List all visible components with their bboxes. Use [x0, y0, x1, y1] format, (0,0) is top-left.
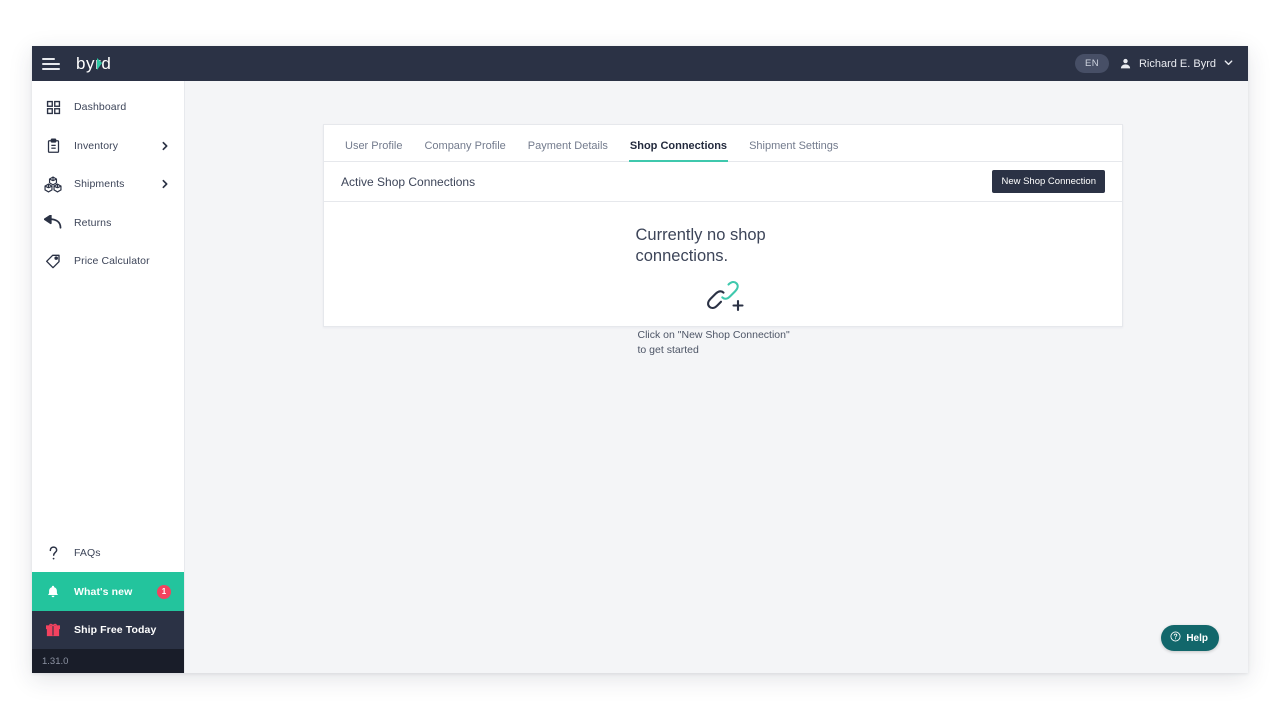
- byrd-logo[interactable]: byrd: [76, 54, 111, 74]
- sidebar-item-label: Inventory: [74, 139, 119, 152]
- sidebar-main-nav: Dashboard Inventory Shipments Returns Pr…: [32, 81, 184, 281]
- tab-shipment-settings[interactable]: Shipment Settings: [738, 140, 849, 161]
- help-button-label: Help: [1186, 632, 1208, 644]
- boxes-icon: [42, 174, 64, 194]
- sidebar-item-label: FAQs: [74, 547, 101, 559]
- gift-icon: [42, 620, 64, 640]
- return-arrow-icon: [42, 213, 64, 233]
- version-bar: 1.31.0: [32, 649, 184, 673]
- sidebar-item-label: What's new: [74, 585, 133, 598]
- sidebar-item-label: Dashboard: [74, 101, 127, 114]
- top-navigation-bar: byrd EN Richard E. Byrd: [32, 46, 1248, 81]
- topbar-right-group: EN Richard E. Byrd: [1074, 54, 1248, 73]
- user-avatar-icon: [1119, 57, 1132, 70]
- app-window: byrd EN Richard E. Byrd Dashboard Invent…: [32, 46, 1248, 673]
- sidebar-item-shipments[interactable]: Shipments: [32, 165, 184, 204]
- empty-state: Currently no shop connections. Click on …: [324, 202, 1122, 356]
- sidebar-item-label: Returns: [74, 216, 112, 229]
- new-shop-connection-button[interactable]: New Shop Connection: [992, 170, 1105, 193]
- question-circle-icon: [1170, 631, 1181, 645]
- empty-state-title: Currently no shop connections.: [635, 226, 766, 266]
- empty-state-subtitle: Click on "New Shop Connection" to get st…: [638, 328, 813, 358]
- question-mark-icon: [42, 543, 64, 563]
- byrd-logo-mark-icon: [96, 57, 102, 70]
- whats-new-badge: 1: [157, 584, 171, 599]
- brand-logo-text: byrd: [76, 53, 112, 73]
- sidebar-item-label: Shipments: [74, 178, 125, 191]
- card-header: Active Shop Connections New Shop Connect…: [324, 162, 1122, 202]
- main-content-area: User Profile Company Profile Payment Det…: [185, 81, 1248, 673]
- bell-icon: [42, 582, 64, 602]
- sidebar-item-inventory[interactable]: Inventory: [32, 127, 184, 166]
- sidebar-item-price-calculator[interactable]: Price Calculator: [32, 242, 184, 281]
- price-tag-icon: [42, 251, 64, 271]
- sidebar-item-dashboard[interactable]: Dashboard: [32, 88, 184, 127]
- tab-user-profile[interactable]: User Profile: [334, 140, 413, 161]
- chevron-down-icon: [1223, 57, 1234, 71]
- tab-payment-details[interactable]: Payment Details: [517, 140, 619, 161]
- hamburger-menu-icon[interactable]: [42, 57, 60, 70]
- sidebar-item-faqs[interactable]: FAQs: [32, 534, 184, 572]
- tab-shop-connections[interactable]: Shop Connections: [619, 140, 738, 162]
- help-button[interactable]: Help: [1161, 625, 1219, 651]
- chevron-right-icon[interactable]: [160, 179, 170, 189]
- sidebar-item-returns[interactable]: Returns: [32, 204, 184, 243]
- version-label: 1.31.0: [42, 655, 69, 667]
- tab-company-profile[interactable]: Company Profile: [413, 140, 516, 161]
- language-selector[interactable]: EN: [1074, 54, 1109, 73]
- card-title: Active Shop Connections: [341, 174, 476, 189]
- chevron-right-icon[interactable]: [160, 141, 170, 151]
- sidebar-item-ship-free-today[interactable]: Ship Free Today: [32, 611, 184, 649]
- empty-state-subtitle-line1: Click on "New Shop Connection": [637, 329, 790, 342]
- clipboard-icon: [42, 136, 64, 156]
- sidebar-bottom-nav: FAQs What's new 1 Ship Free Today 1.31.0: [32, 534, 184, 673]
- user-menu[interactable]: Richard E. Byrd: [1119, 57, 1234, 71]
- sidebar: Dashboard Inventory Shipments Returns Pr…: [32, 81, 185, 673]
- sidebar-item-label: Ship Free Today: [74, 624, 157, 636]
- dashboard-grid-icon: [42, 97, 64, 117]
- settings-tabs: User Profile Company Profile Payment Det…: [324, 125, 1122, 162]
- sidebar-item-label: Price Calculator: [74, 255, 150, 268]
- link-plus-icon: [699, 278, 747, 319]
- settings-card: User Profile Company Profile Payment Det…: [323, 124, 1123, 356]
- empty-state-subtitle-line2: to get started: [637, 344, 699, 357]
- sidebar-item-whats-new[interactable]: What's new 1: [32, 572, 184, 611]
- user-name-label: Richard E. Byrd: [1138, 57, 1216, 70]
